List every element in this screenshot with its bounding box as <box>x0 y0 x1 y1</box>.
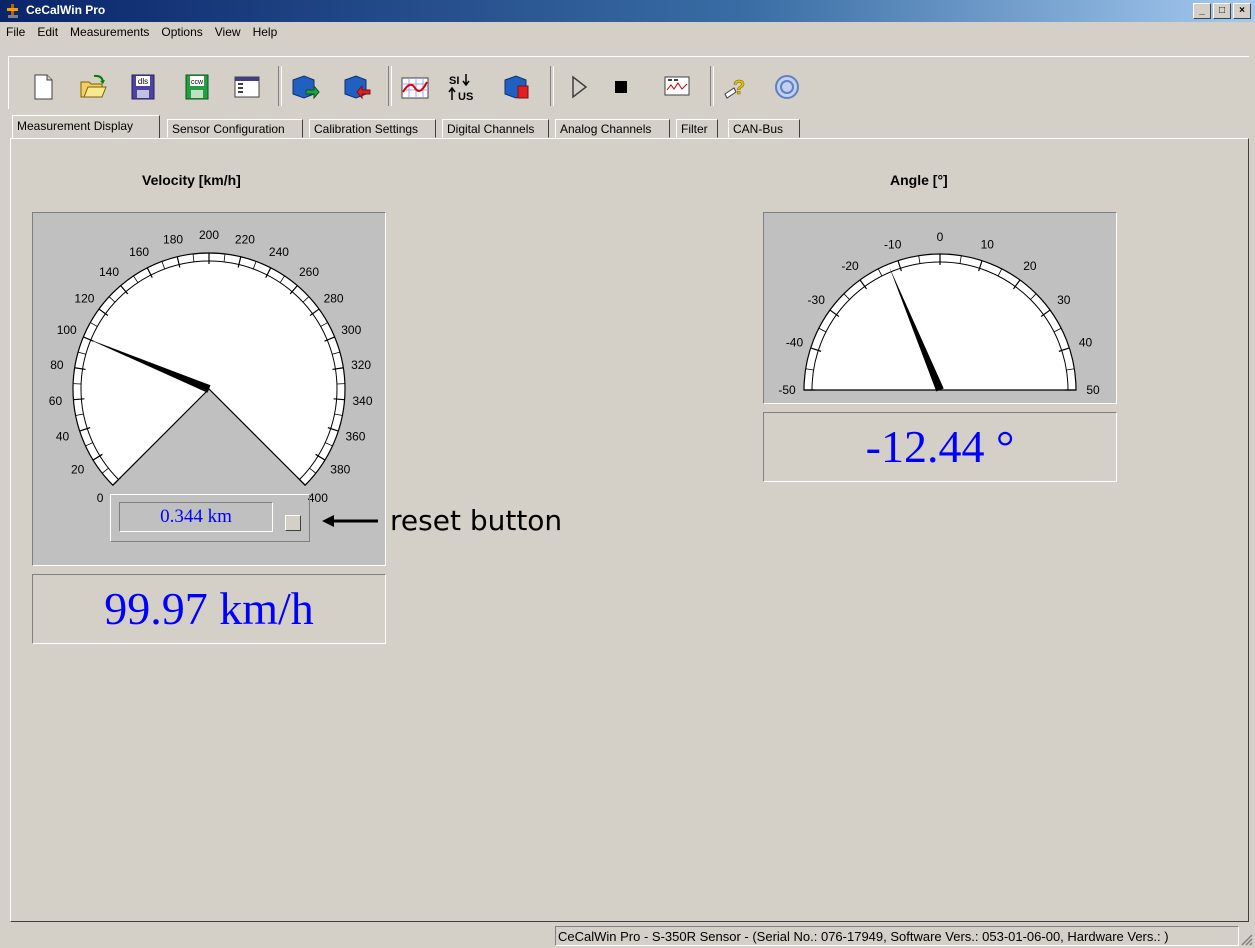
minimize-button[interactable]: _ <box>1193 3 1211 19</box>
tick-label: 300 <box>341 323 361 337</box>
tick-label: 360 <box>345 430 365 444</box>
copyright-icon[interactable] <box>772 72 802 102</box>
tick-label: 240 <box>269 245 289 259</box>
tick-label: 30 <box>1057 293 1071 307</box>
open-icon[interactable] <box>78 72 108 102</box>
tab-sensor-configuration[interactable]: Sensor Configuration <box>167 119 303 138</box>
tick-label: 400 <box>308 491 328 505</box>
tab-measurement-display[interactable]: Measurement Display <box>12 115 160 139</box>
odometer-value: 0.344 km <box>119 502 273 532</box>
tick-label: 40 <box>1079 336 1093 350</box>
title-bar: CeCalWin Pro _ □ × <box>0 0 1255 22</box>
menu-options[interactable]: Options <box>155 22 208 42</box>
menu-view[interactable]: View <box>209 22 247 42</box>
tick-label: 180 <box>163 232 183 246</box>
reset-button[interactable] <box>285 515 301 531</box>
tab-calibration-settings[interactable]: Calibration Settings <box>309 119 436 138</box>
angle-gauge: -50 -40 -30 -20 -10 0 10 20 30 40 50 <box>763 212 1117 404</box>
menu-edit[interactable]: Edit <box>31 22 64 42</box>
tick-label: 200 <box>199 228 219 242</box>
status-bar: CeCalWin Pro - S-350R Sensor - (Serial N… <box>0 922 1255 948</box>
tick-label: 10 <box>981 237 995 251</box>
sensor-settings-icon[interactable] <box>502 72 532 102</box>
velocity-readout: 99.97 km/h <box>32 574 386 644</box>
tick-label: 380 <box>330 462 350 476</box>
tick-label: -30 <box>808 293 826 307</box>
upload-sensor-icon[interactable] <box>290 72 320 102</box>
gauge-face <box>72 252 346 487</box>
tick-label: 20 <box>1023 259 1037 273</box>
tick-label: 20 <box>71 462 85 476</box>
tick-label: -20 <box>841 259 859 273</box>
tab-filter[interactable]: Filter <box>676 119 718 138</box>
svg-text:ccw: ccw <box>191 79 204 86</box>
tick-label: 120 <box>74 291 94 305</box>
maximize-button[interactable]: □ <box>1213 3 1231 19</box>
tick-label: 40 <box>56 430 70 444</box>
window-title: CeCalWin Pro <box>26 3 106 17</box>
help-icon[interactable]: ? <box>722 72 752 102</box>
tick-label: 0 <box>937 230 944 244</box>
play-icon[interactable] <box>564 72 594 102</box>
app-icon <box>7 4 18 18</box>
monitor-icon[interactable] <box>662 72 692 102</box>
download-sensor-icon[interactable] <box>342 72 372 102</box>
svg-text:dls: dls <box>138 77 148 86</box>
menu-help[interactable]: Help <box>247 22 284 42</box>
tick-label: 160 <box>129 245 149 259</box>
save-dls-icon[interactable]: dls <box>128 72 158 102</box>
window-icon[interactable] <box>232 72 262 102</box>
reset-button-annotation: reset button <box>390 504 563 537</box>
tab-analog-channels[interactable]: Analog Channels <box>555 119 670 138</box>
new-icon[interactable] <box>28 72 58 102</box>
tick-label: 220 <box>235 232 255 246</box>
tick-label: -40 <box>786 336 804 350</box>
odometer-panel: 0.344 km <box>110 494 310 542</box>
tick-label: 320 <box>351 358 371 372</box>
tick-label: 100 <box>57 323 77 337</box>
svg-text:?: ? <box>733 77 745 99</box>
angle-readout: -12.44 ° <box>763 412 1117 482</box>
svg-text:SI: SI <box>449 75 459 87</box>
save-ccw-icon[interactable]: ccw <box>182 72 212 102</box>
tick-label: -50 <box>778 383 796 397</box>
close-button[interactable]: × <box>1233 3 1251 19</box>
arrow-icon <box>322 515 378 527</box>
tick-label: 260 <box>299 265 319 279</box>
status-text: CeCalWin Pro - S-350R Sensor - (Serial N… <box>555 926 1239 946</box>
chart-icon[interactable] <box>400 72 430 102</box>
tab-can-bus[interactable]: CAN-Bus <box>728 119 800 138</box>
menu-bar: File Edit Measurements Options View Help <box>0 22 1255 42</box>
menu-file[interactable]: File <box>0 22 31 42</box>
si-us-toggle-icon[interactable]: SI US <box>446 72 476 102</box>
tick-label: 0 <box>97 491 104 505</box>
angle-gauge-dial: -50 -40 -30 -20 -10 0 10 20 30 40 50 <box>778 230 1100 397</box>
tick-label: -10 <box>884 237 902 251</box>
svg-text:US: US <box>458 91 473 102</box>
stop-icon[interactable] <box>606 72 636 102</box>
tab-digital-channels[interactable]: Digital Channels <box>442 119 549 138</box>
tick-label: 280 <box>324 291 344 305</box>
tick-label: 60 <box>49 394 63 408</box>
tick-label: 80 <box>50 358 64 372</box>
tick-label: 140 <box>99 265 119 279</box>
velocity-title: Velocity [km/h] <box>142 172 241 188</box>
tick-label: 50 <box>1086 383 1100 397</box>
tick-label: 340 <box>353 394 373 408</box>
angle-title: Angle [°] <box>890 172 948 188</box>
resize-grip-icon[interactable] <box>1239 932 1253 946</box>
gauge-face <box>803 253 1077 391</box>
menu-measurements[interactable]: Measurements <box>64 22 155 42</box>
